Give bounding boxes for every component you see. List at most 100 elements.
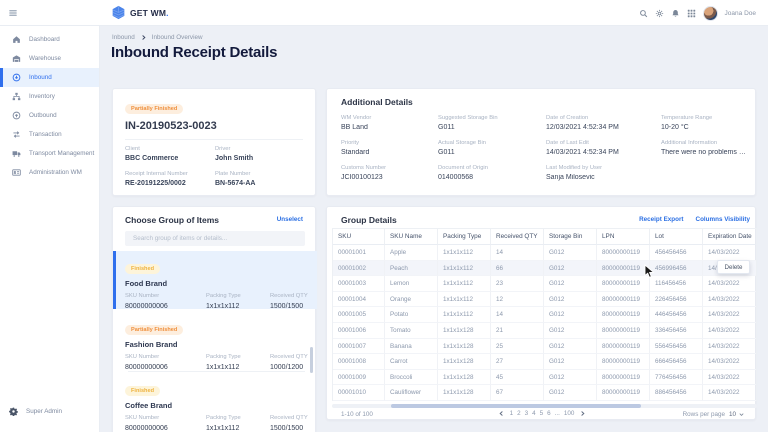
table-row[interactable]: 00001009Broccoli1x1x1x12845G012800000001… — [333, 370, 756, 386]
table-cell: 00001004 — [333, 292, 385, 308]
table-row[interactable]: 00001007Banana1x1x1x12825G01280000000119… — [333, 339, 756, 355]
receipt-id: IN-20190523-0023 — [125, 120, 303, 132]
group-column-label: SKU Number — [125, 415, 206, 421]
sidebar-item-warehouse[interactable]: Warehouse — [0, 49, 99, 68]
additional-details-fields: WM Vendor BB Land Suggested Storage Bin … — [341, 115, 741, 181]
page-number[interactable]: 2 — [517, 410, 521, 417]
unselect-link[interactable]: Unselect — [277, 216, 303, 223]
table-row[interactable]: 00001005Potato1x1x1x11214G01280000000119… — [333, 307, 756, 323]
app-logo[interactable]: GET WM. — [111, 5, 169, 20]
column-header[interactable]: SKU Name — [385, 229, 438, 245]
previous-page-icon[interactable] — [498, 410, 505, 417]
group-name: Coffee Brand — [125, 401, 308, 410]
vertical-scrollbar[interactable] — [310, 347, 313, 373]
column-header[interactable]: Packing Type — [438, 229, 491, 245]
detail-field: Additional Information There were no pro… — [661, 140, 747, 156]
table-cell: 27 — [491, 354, 544, 370]
detail-field: Client BBC Commerce — [125, 146, 215, 162]
breadcrumb-inbound-overview[interactable]: Inbound Overview — [152, 34, 203, 41]
table-cell: Peach — [385, 261, 438, 277]
sidebar-item-super-admin[interactable]: Super Admin — [0, 407, 62, 416]
search-icon[interactable] — [639, 9, 648, 18]
table-row[interactable]: 00001006Tomato1x1x1x12821G01280000000119… — [333, 323, 756, 339]
page-number[interactable]: 4 — [532, 410, 536, 417]
settings-gear-icon[interactable] — [655, 9, 664, 18]
column-header[interactable]: Received QTY — [491, 229, 544, 245]
table-row[interactable]: 00001008Carrot1x1x1x12827G01280000000119… — [333, 354, 756, 370]
group-column-label: Packing Type — [206, 354, 270, 360]
table-cell: G012 — [544, 276, 597, 292]
table-cell: 80000000119 — [597, 354, 650, 370]
table-cell: 00001010 — [333, 385, 385, 401]
page-number[interactable]: 1 — [510, 410, 514, 417]
group-column-label: Received QTY — [270, 293, 308, 299]
chevron-right-icon — [140, 34, 147, 41]
table-header-row: SKUSKU NamePacking TypeReceived QTYStora… — [333, 229, 756, 245]
group-card[interactable]: Finished Food Brand SKU Number Packing T… — [113, 251, 317, 309]
table-cell: 00001007 — [333, 339, 385, 355]
sidebar-item-inventory[interactable]: Inventory — [0, 87, 99, 106]
table-row[interactable]: 00001010Cauliflower1x1x1x12867G012800000… — [333, 385, 756, 401]
table-row[interactable]: 00001002Peach1x1x1x11266G012800000001194… — [333, 261, 756, 277]
group-card[interactable]: Partially Finished Fashion Brand SKU Num… — [113, 312, 317, 370]
table-cell: 1x1x1x112 — [438, 292, 491, 308]
apps-grid-icon[interactable] — [687, 9, 696, 18]
sidebar-item-transport-management[interactable]: Transport Management — [0, 144, 99, 163]
group-card[interactable]: Finished Coffee Brand SKU Number Packing… — [113, 373, 317, 431]
field-label: Additional Information — [661, 140, 747, 146]
group-name: Fashion Brand — [125, 340, 308, 349]
rows-per-page-select[interactable]: 10 — [729, 411, 745, 418]
user-name[interactable]: Joana Doe — [725, 10, 756, 17]
table-cell: G012 — [544, 385, 597, 401]
rows-per-page-label: Rows per page — [683, 411, 725, 418]
group-qty-value: 1500/1500 — [270, 425, 308, 432]
table-cell: 80000000119 — [597, 323, 650, 339]
column-header[interactable]: Expiration Date — [703, 229, 756, 245]
receipt-export-link[interactable]: Receipt Export — [639, 216, 683, 223]
table-row[interactable]: 00001004Orange1x1x1x11212G01280000000119… — [333, 292, 756, 308]
detail-field: Last Modified by User Sanja Milosevic — [546, 165, 661, 181]
page-number[interactable]: 6 — [547, 410, 551, 417]
column-header[interactable]: Lot — [650, 229, 703, 245]
page-number[interactable]: 100 — [564, 410, 575, 417]
field-label: Receipt Internal Number — [125, 171, 215, 177]
delete-menu-item[interactable]: Delete — [717, 260, 750, 274]
table-cell: 00001006 — [333, 323, 385, 339]
group-qty-value: 1000/1200 — [270, 364, 308, 371]
group-search-input[interactable] — [125, 231, 305, 246]
field-value: 10-20 °C — [661, 124, 747, 131]
sidebar-item-administration-wm[interactable]: Administration WM — [0, 163, 99, 182]
sidebar-item-inbound[interactable]: Inbound — [0, 68, 99, 87]
sidebar-item-outbound[interactable]: Outbound — [0, 106, 99, 125]
chevron-down-icon — [738, 411, 745, 418]
group-status-badge: Finished — [125, 264, 160, 274]
table-row[interactable]: 00001003Lemon1x1x1x11223G012800000001191… — [333, 276, 756, 292]
avatar[interactable] — [703, 6, 718, 21]
field-label: Suggested Storage Bin — [438, 115, 546, 121]
sidebar-item-label: Transport Management — [29, 150, 94, 157]
page-number[interactable]: 3 — [525, 410, 529, 417]
notifications-bell-icon[interactable] — [671, 9, 680, 18]
sidebar-item-transaction[interactable]: Transaction — [0, 125, 99, 144]
detail-field: Date of Creation 12/03/2021 4:52:34 PM — [546, 115, 661, 131]
detail-field: Driver John Smith — [215, 146, 305, 162]
table-cell: G012 — [544, 370, 597, 386]
table-cell: 00001002 — [333, 261, 385, 277]
page-number[interactable]: 5 — [540, 410, 544, 417]
page-ellipsis: ... — [555, 410, 560, 417]
next-page-icon[interactable] — [579, 410, 586, 417]
sidebar-item-dashboard[interactable]: Dashboard — [0, 30, 99, 49]
column-header[interactable]: SKU — [333, 229, 385, 245]
sidebar-item-label: Administration WM — [29, 169, 82, 176]
group-column-label: Received QTY — [270, 415, 308, 421]
columns-visibility-link[interactable]: Columns Visibility — [696, 216, 750, 223]
table-cell: 14 — [491, 245, 544, 261]
hamburger-menu-icon[interactable] — [8, 8, 18, 18]
group-packing-value: 1x1x1x112 — [206, 303, 270, 310]
breadcrumb-inbound[interactable]: Inbound — [112, 34, 135, 41]
column-header[interactable]: Storage Bin — [544, 229, 597, 245]
logo-hexagon-icon — [111, 5, 126, 20]
column-header[interactable]: LPN — [597, 229, 650, 245]
table-row[interactable]: 00001001Apple1x1x1x11214G012800000001194… — [333, 245, 756, 261]
detail-field: Actual Storage Bin G011 — [438, 140, 546, 156]
